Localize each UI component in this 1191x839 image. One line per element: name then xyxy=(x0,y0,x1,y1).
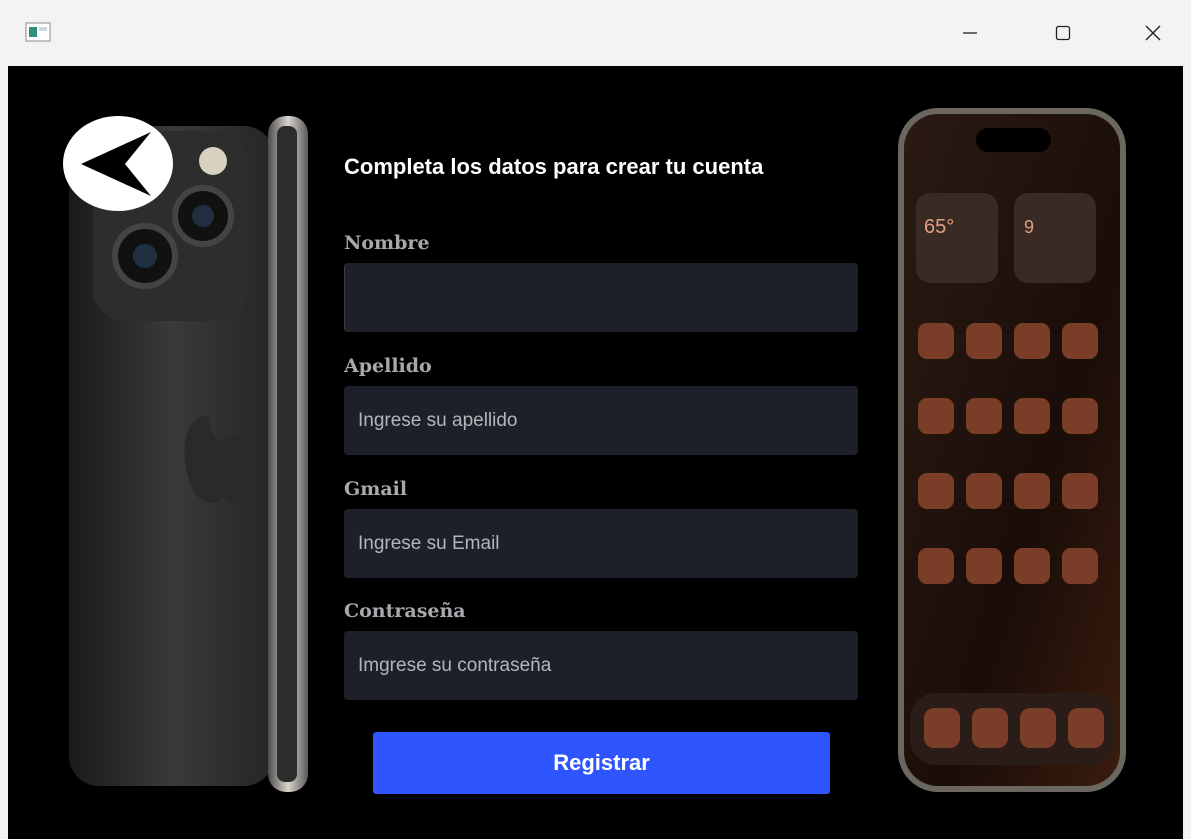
back-button[interactable] xyxy=(63,116,173,211)
minimize-icon xyxy=(963,32,977,34)
phone-back-image xyxy=(69,116,308,792)
minimize-button[interactable] xyxy=(940,0,1000,66)
nombre-label: Nombre xyxy=(344,232,430,254)
maximize-icon xyxy=(1055,25,1071,41)
phone-front-image: 65° 9 xyxy=(898,108,1126,792)
nombre-input[interactable] xyxy=(344,263,858,332)
app-window-icon xyxy=(25,22,51,42)
contrasena-label: Contraseña xyxy=(344,600,466,622)
registration-screen: 65° 9 Completa los datos para crear tu c… xyxy=(8,66,1183,839)
gmail-label: Gmail xyxy=(344,478,408,500)
email-input[interactable] xyxy=(344,509,858,578)
close-button[interactable] xyxy=(1123,0,1183,66)
chevron-left-icon xyxy=(81,131,151,196)
register-button[interactable]: Registrar xyxy=(373,732,830,794)
window-titlebar xyxy=(0,0,1191,66)
maximize-button[interactable] xyxy=(1033,0,1093,66)
apellido-label: Apellido xyxy=(344,355,432,377)
svg-text:9: 9 xyxy=(1024,217,1034,237)
svg-text:65°: 65° xyxy=(924,216,954,238)
password-input[interactable] xyxy=(344,631,858,700)
form-title: Completa los datos para crear tu cuenta xyxy=(344,154,764,179)
close-icon xyxy=(1145,25,1161,41)
apellido-input[interactable] xyxy=(344,386,858,455)
